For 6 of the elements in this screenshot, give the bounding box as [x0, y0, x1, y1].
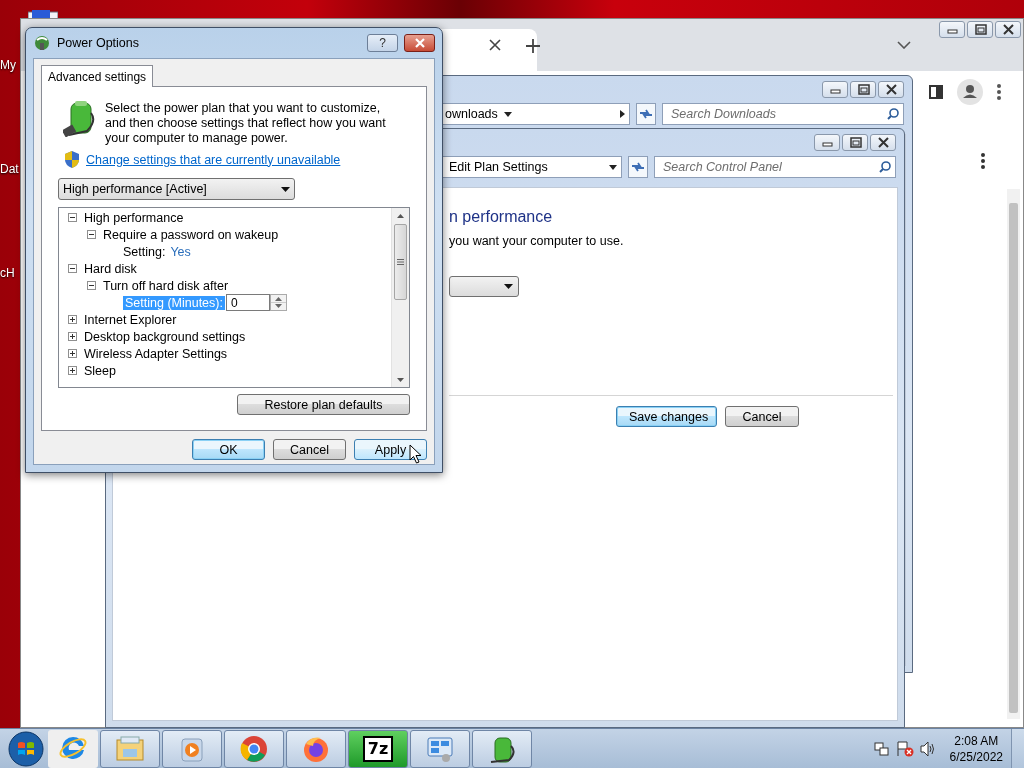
- window-title: Power Options: [57, 36, 140, 50]
- intro-text: Select the power plan that you want to customize, and then choose settings that reflect how you want your computer to manage power.: [105, 101, 387, 146]
- description-text: you want your computer to use.: [449, 234, 625, 248]
- setting-label: Setting (Minutes):: [123, 295, 225, 310]
- setting-label: Setting:: [123, 244, 166, 259]
- page-heading: n performance: [449, 208, 554, 226]
